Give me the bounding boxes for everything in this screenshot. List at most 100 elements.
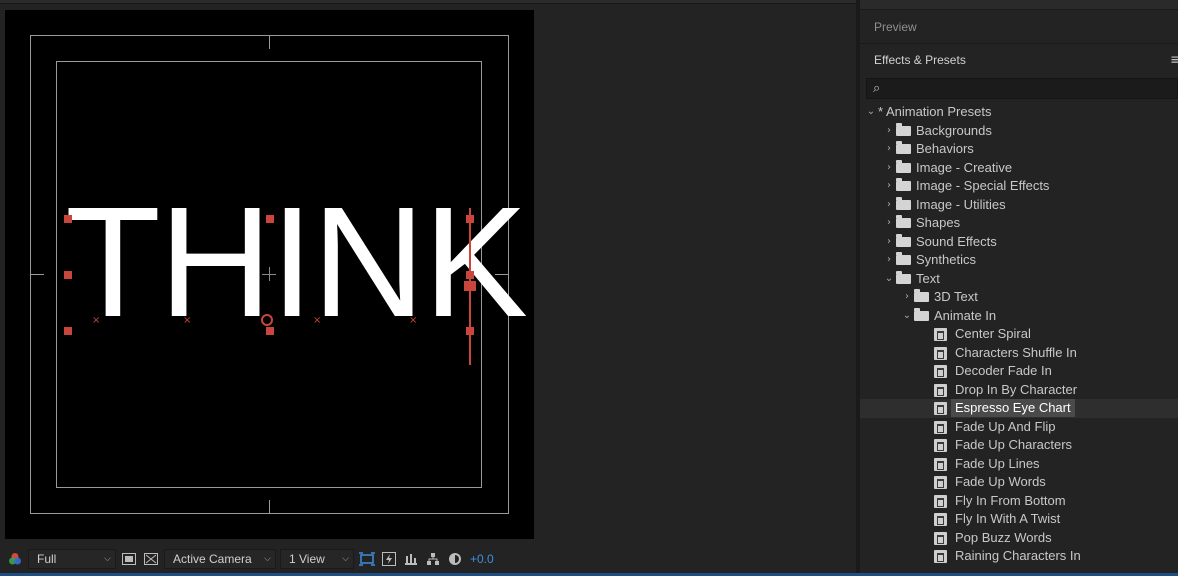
text-anchor-handle[interactable] [464, 281, 476, 291]
animation-preset-icon [934, 550, 947, 563]
preset-item[interactable]: Drop In By Character [860, 381, 1178, 400]
tree-item-label: Center Spiral [955, 326, 1031, 341]
chevron-right-icon[interactable]: › [884, 159, 894, 177]
folder-item[interactable]: › Synthetics [860, 251, 1178, 270]
composition-canvas[interactable]: THINK × × × × [5, 10, 534, 539]
preset-item[interactable]: Fade Up Characters [860, 436, 1178, 455]
chevron-down-icon[interactable]: ⌄ [902, 307, 912, 325]
chevron-right-icon[interactable]: › [884, 140, 894, 158]
folder-item[interactable]: › Sound Effects [860, 233, 1178, 252]
folder-item[interactable]: › Image - Creative [860, 159, 1178, 178]
animation-preset-icon [934, 457, 947, 471]
tree-root-item[interactable]: ⌄ * Animation Presets [860, 103, 1178, 122]
bounding-handle-tl[interactable] [64, 215, 72, 223]
bounding-handle-tm[interactable] [266, 215, 274, 223]
guide-tick-top [269, 35, 270, 49]
region-of-interest-icon[interactable] [120, 550, 138, 568]
baseline-marker: × [92, 315, 101, 326]
tree-item-label: Backgrounds [916, 122, 992, 138]
chevron-right-icon[interactable]: › [884, 214, 894, 232]
preset-item[interactable]: Espresso Eye Chart [860, 399, 1178, 418]
chevron-down-icon[interactable]: ⌄ [866, 103, 876, 121]
composition-viewer: THINK × × × × Full ⌵ Active Camera ⌵ 1 V… [0, 0, 856, 576]
chevron-down-icon[interactable]: ⌄ [884, 270, 894, 288]
tree-item-label: Image - Creative [916, 159, 1013, 175]
animation-preset-icon [934, 494, 947, 508]
folder-icon [896, 159, 911, 173]
chevron-right-icon[interactable]: › [884, 233, 894, 251]
guide-tick-bottom [269, 500, 270, 514]
folder-item[interactable]: › Image - Utilities [860, 196, 1178, 215]
preset-item[interactable]: Characters Shuffle In [860, 344, 1178, 363]
preview-panel-header[interactable]: Preview [860, 10, 1178, 44]
chevron-right-icon[interactable]: › [902, 288, 912, 306]
resolution-dropdown[interactable]: Full ⌵ [28, 549, 116, 569]
effects-search-box[interactable]: ⌕ [866, 78, 1178, 99]
folder-item[interactable]: ⌄ Text [860, 270, 1178, 289]
folder-icon [896, 233, 911, 247]
animation-preset-icon [934, 365, 947, 378]
folder-item[interactable]: › Backgrounds [860, 122, 1178, 141]
tree-item-label: Behaviors [916, 141, 974, 156]
crosshair-icon [269, 267, 270, 281]
exposure-value[interactable]: +0.0 [470, 552, 494, 566]
fast-previews-icon[interactable] [380, 550, 398, 568]
bounding-handle-bm[interactable] [266, 327, 274, 335]
folder-item[interactable]: › Shapes [860, 214, 1178, 233]
chevron-down-icon: ⌵ [104, 554, 111, 564]
flowchart-icon[interactable] [424, 550, 442, 568]
chevron-right-icon[interactable]: › [884, 122, 894, 140]
preset-item[interactable]: Pop Buzz Words [860, 529, 1178, 548]
folder-icon [896, 252, 911, 265]
animation-preset-icon [934, 476, 947, 489]
animation-preset-icon [934, 383, 947, 397]
folder-item[interactable]: ⌄ Animate In [860, 307, 1178, 326]
chevron-right-icon[interactable]: › [884, 251, 894, 269]
folder-item[interactable]: › 3D Text [860, 288, 1178, 307]
color-channels-icon[interactable] [6, 550, 24, 568]
animation-preset-icon [934, 328, 947, 341]
baseline-marker: × [183, 315, 192, 326]
reset-exposure-icon[interactable] [446, 550, 464, 568]
baseline-marker: × [409, 315, 418, 326]
effects-search-input[interactable] [893, 80, 1173, 97]
effects-presets-header[interactable]: Effects & Presets ≡ [860, 44, 1178, 76]
timeline-icon[interactable] [402, 550, 420, 568]
panel-menu-icon[interactable]: ≡ [1170, 52, 1178, 68]
toggle-pixel-aspect-icon[interactable] [358, 550, 376, 568]
guide-tick-left [30, 274, 44, 275]
folder-item[interactable]: › Behaviors [860, 140, 1178, 159]
preset-item[interactable]: Fade Up Lines [860, 455, 1178, 474]
tree-item-label: Fly In From Bottom [955, 492, 1066, 508]
preset-item[interactable]: Center Spiral [860, 325, 1178, 344]
anchor-point-icon[interactable] [261, 314, 273, 326]
preset-item[interactable]: Decoder Fade In [860, 362, 1178, 381]
view-layout-value: 1 View [289, 552, 325, 566]
preset-item[interactable]: Raining Characters In [860, 547, 1178, 566]
chevron-right-icon[interactable]: › [884, 177, 894, 195]
folder-icon [896, 215, 911, 228]
tree-item-label: Synthetics [916, 252, 976, 267]
tree-item-label: Shapes [916, 215, 961, 230]
chevron-right-icon[interactable]: › [884, 196, 894, 214]
camera-value: Active Camera [173, 552, 252, 566]
bounding-handle-ml[interactable] [64, 271, 72, 279]
preview-panel-title: Preview [874, 20, 917, 34]
preset-item[interactable]: Fly In With A Twist [860, 510, 1178, 529]
folder-item[interactable]: › Image - Special Effects [860, 177, 1178, 196]
tree-item-label: Fade Up And Flip [955, 418, 1056, 434]
viewer-toolbar: Full ⌵ Active Camera ⌵ 1 View ⌵ +0.0 [0, 545, 856, 573]
camera-dropdown[interactable]: Active Camera ⌵ [164, 549, 276, 569]
preset-item[interactable]: Fly In From Bottom [860, 492, 1178, 511]
preset-item[interactable]: Fade Up Words [860, 473, 1178, 492]
text-layer[interactable]: THINK [65, 178, 528, 348]
chevron-down-icon: ⌵ [264, 554, 271, 564]
tree-item-label: * Animation Presets [878, 104, 992, 119]
tree-item-label: Fade Up Characters [955, 437, 1073, 452]
bounding-handle-bl[interactable] [64, 327, 72, 335]
view-layout-dropdown[interactable]: 1 View ⌵ [280, 549, 354, 569]
folder-icon [896, 196, 911, 210]
preset-item[interactable]: Fade Up And Flip [860, 418, 1178, 437]
transparency-grid-icon[interactable] [142, 550, 160, 568]
tree-item-label: Fly In With A Twist [955, 511, 1061, 526]
